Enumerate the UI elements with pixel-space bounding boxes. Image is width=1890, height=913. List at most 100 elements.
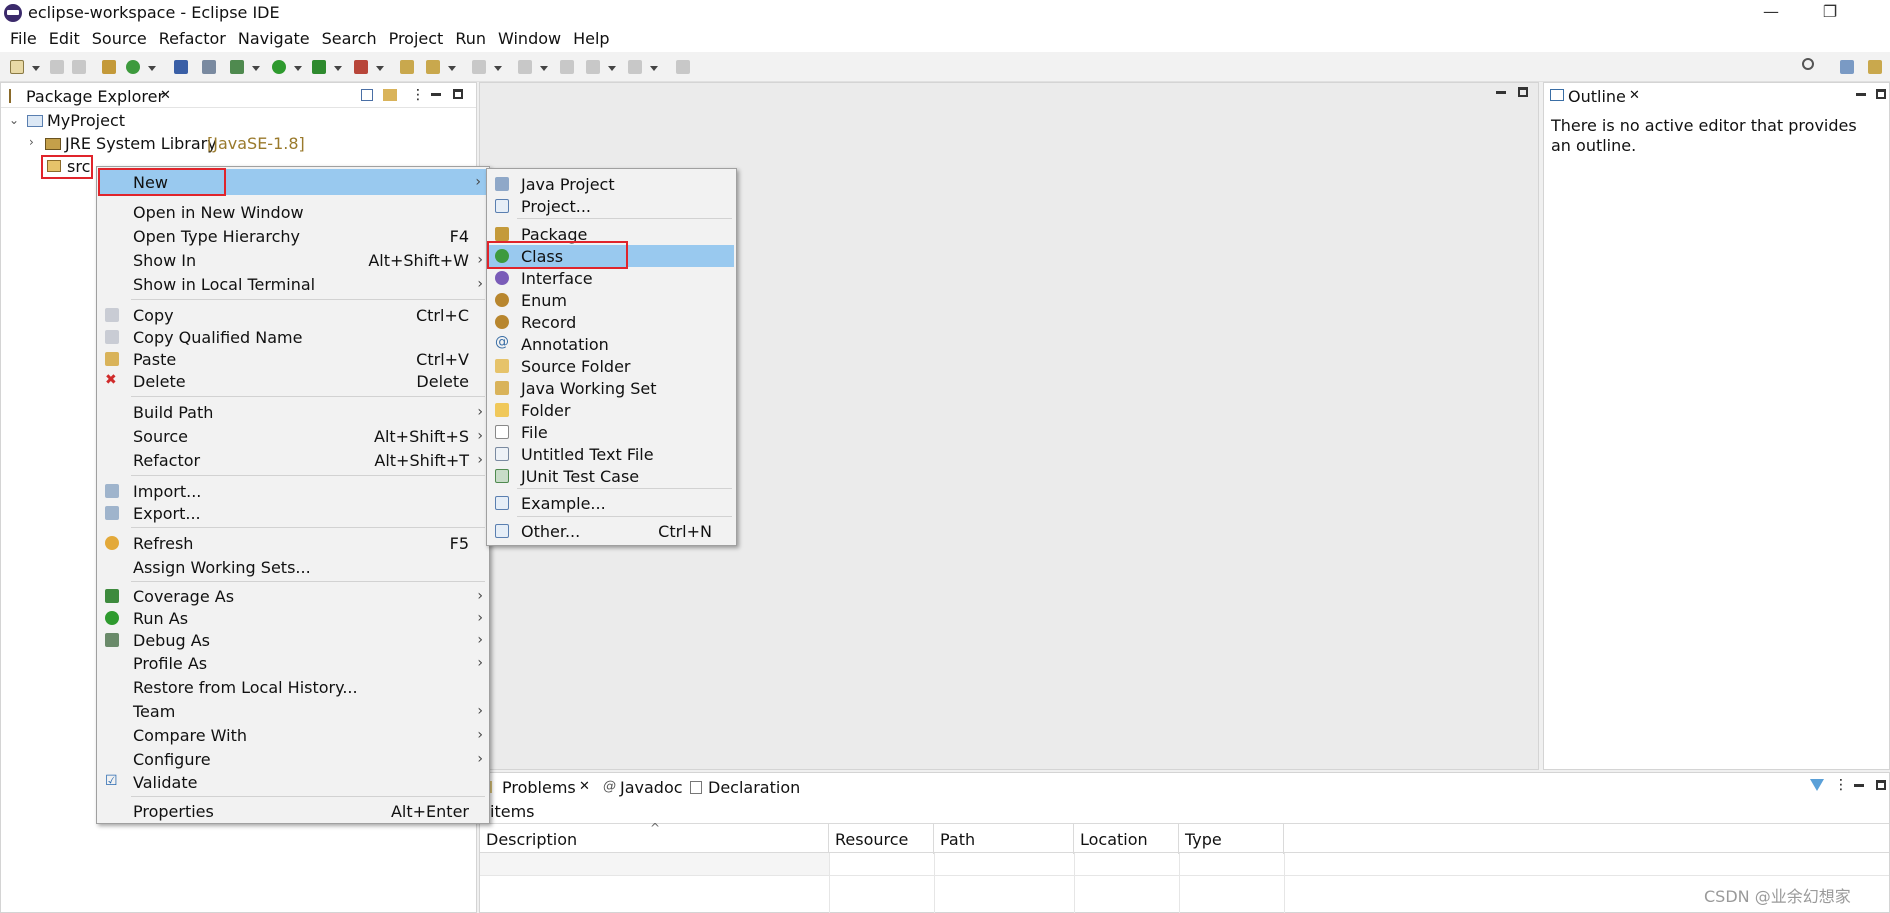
coverage-icon[interactable] (312, 60, 326, 74)
restore-button[interactable]: ❐ (1815, 2, 1845, 24)
menu-refactor[interactable]: Refactor (153, 26, 232, 52)
menu-window[interactable]: Window (492, 26, 567, 52)
menu-item-coverage-as[interactable]: Coverage As › (99, 585, 487, 607)
menu-help[interactable]: Help (567, 26, 615, 52)
view-menu-icon[interactable]: ⋮ (1834, 777, 1848, 793)
tab-javadoc[interactable]: Javadoc (620, 778, 683, 797)
menu-item-copy-qualified-name[interactable]: Copy Qualified Name (99, 326, 487, 348)
tab-problems[interactable]: Problems (502, 778, 576, 797)
minimize-view-icon[interactable] (1854, 784, 1864, 787)
tree-src[interactable]: src (67, 157, 90, 176)
maximize-view-icon[interactable] (1876, 89, 1886, 99)
open-perspective-icon[interactable] (1840, 60, 1854, 74)
menu-item-refactor[interactable]: Refactor Alt+Shift+T › (99, 449, 487, 471)
menu-project[interactable]: Project (383, 26, 450, 52)
menu-item-compare-with[interactable]: Compare With › (99, 724, 487, 746)
menu-item-validate[interactable]: ☑ Validate (99, 771, 487, 793)
open-type-icon[interactable] (400, 60, 414, 74)
coverage-dropdown-icon[interactable] (334, 66, 342, 71)
new-dropdown-icon[interactable] (32, 66, 40, 71)
menu-search[interactable]: Search (316, 26, 383, 52)
menu-item-build-path[interactable]: Build Path › (99, 401, 487, 423)
menu-item-properties[interactable]: Properties Alt+Enter (99, 800, 487, 822)
next-annotation-dropdown-icon[interactable] (494, 66, 502, 71)
tree-project[interactable]: MyProject (47, 111, 125, 130)
new-package-icon[interactable] (102, 60, 116, 74)
menu-item-open-type-hierarchy[interactable]: Open Type Hierarchy F4 (99, 225, 487, 247)
menu-item-untitled-text-file[interactable]: Untitled Text File (489, 443, 734, 465)
pin-editor-icon[interactable] (676, 60, 690, 74)
menu-run[interactable]: Run (449, 26, 492, 52)
menu-item-copy[interactable]: Copy Ctrl+C (99, 304, 487, 326)
maximize-view-icon[interactable] (1876, 780, 1886, 790)
chevron-down-icon[interactable]: ⌄ (9, 113, 19, 127)
new-wizard-icon[interactable] (10, 60, 24, 74)
menu-navigate[interactable]: Navigate (232, 26, 316, 52)
menu-source[interactable]: Source (86, 26, 153, 52)
menu-item-debug-as[interactable]: Debug As › (99, 629, 487, 651)
menu-item-enum[interactable]: Enum (489, 289, 734, 311)
menu-item-folder[interactable]: Folder (489, 399, 734, 421)
menu-item-delete[interactable]: ✖ Delete Delete (99, 370, 487, 392)
menu-item-paste[interactable]: Paste Ctrl+V (99, 348, 487, 370)
search-icon[interactable] (1802, 58, 1814, 70)
save-all-icon[interactable] (72, 60, 86, 74)
menu-item-project[interactable]: Project... (489, 195, 734, 217)
menu-item-java-project[interactable]: Java Project (489, 173, 734, 195)
menu-item-team[interactable]: Team › (99, 700, 487, 722)
menu-item-import[interactable]: Import... (99, 480, 487, 502)
link-with-editor-icon[interactable] (383, 89, 397, 101)
skip-breakpoints-icon[interactable] (202, 60, 216, 74)
chevron-right-icon[interactable]: › (29, 135, 34, 149)
external-tools-icon[interactable] (354, 60, 368, 74)
column-type[interactable]: Type (1179, 824, 1284, 854)
debug-dropdown-icon[interactable] (252, 66, 260, 71)
menu-item-restore-local-history[interactable]: Restore from Local History... (99, 676, 487, 698)
filter-icon[interactable] (1810, 779, 1824, 791)
new-class-dropdown-icon[interactable] (148, 66, 156, 71)
menu-item-refresh[interactable]: Refresh F5 (99, 532, 487, 554)
maximize-view-icon[interactable] (453, 89, 463, 99)
search-tool-dropdown-icon[interactable] (448, 66, 456, 71)
menu-item-run-as[interactable]: Run As › (99, 607, 487, 629)
tree-jre-library[interactable]: JRE System Library (65, 134, 217, 153)
menu-item-java-working-set[interactable]: Java Working Set (489, 377, 734, 399)
java-perspective-icon[interactable] (1868, 60, 1882, 74)
forward-dropdown-icon[interactable] (650, 66, 658, 71)
close-icon[interactable]: ✕ (579, 779, 590, 794)
column-path[interactable]: Path (934, 824, 1074, 854)
last-edit-icon[interactable] (560, 60, 574, 74)
column-resource[interactable]: Resource (829, 824, 934, 854)
column-location[interactable]: Location (1074, 824, 1179, 854)
menu-item-profile-as[interactable]: Profile As › (99, 652, 487, 674)
menu-item-annotation[interactable]: @ Annotation (489, 333, 734, 355)
minimize-view-icon[interactable] (431, 93, 441, 96)
prev-annotation-icon[interactable] (518, 60, 532, 74)
menu-item-source[interactable]: Source Alt+Shift+S › (99, 425, 487, 447)
view-menu-icon[interactable]: ⋮ (411, 87, 425, 103)
minimize-view-icon[interactable] (1856, 93, 1866, 96)
next-annotation-icon[interactable] (472, 60, 486, 74)
menu-item-assign-working-sets[interactable]: Assign Working Sets... (99, 556, 487, 578)
run-icon[interactable] (272, 60, 286, 74)
menu-item-show-in[interactable]: Show In Alt+Shift+W › (99, 249, 487, 271)
save-icon[interactable] (50, 60, 64, 74)
menu-item-open-new-window[interactable]: Open in New Window (99, 201, 487, 223)
back-icon[interactable] (586, 60, 600, 74)
maximize-editor-icon[interactable] (1518, 87, 1528, 97)
tab-declaration[interactable]: Declaration (708, 778, 800, 797)
minimize-editor-icon[interactable] (1496, 91, 1506, 94)
forward-icon[interactable] (628, 60, 642, 74)
debug-icon[interactable] (230, 60, 244, 74)
menu-item-configure[interactable]: Configure › (99, 748, 487, 770)
menu-item-interface[interactable]: Interface (489, 267, 734, 289)
external-tools-dropdown-icon[interactable] (376, 66, 384, 71)
menu-item-example[interactable]: Example... (489, 492, 734, 514)
close-icon[interactable]: ✕ (160, 88, 171, 103)
run-dropdown-icon[interactable] (294, 66, 302, 71)
menu-edit[interactable]: Edit (43, 26, 86, 52)
new-class-icon[interactable] (126, 60, 140, 74)
back-dropdown-icon[interactable] (608, 66, 616, 71)
prev-annotation-dropdown-icon[interactable] (540, 66, 548, 71)
menu-item-source-folder[interactable]: Source Folder (489, 355, 734, 377)
